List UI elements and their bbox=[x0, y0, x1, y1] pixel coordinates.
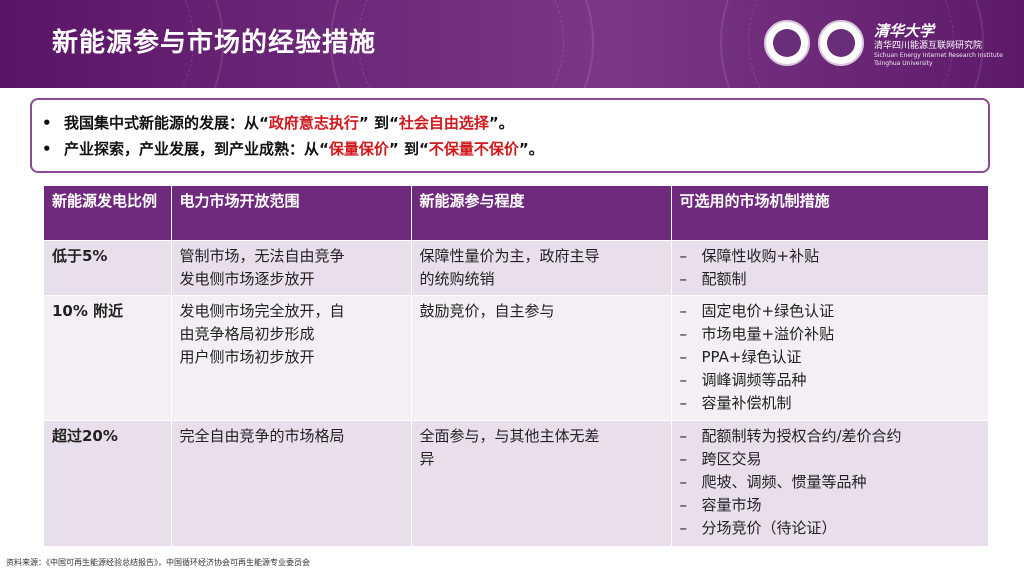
measure-item: – 配额制转为授权合约/差价合约 bbox=[679, 427, 902, 445]
level-cell: 10% 附近 bbox=[44, 295, 172, 421]
measure-item: – 固定电价+绿色认证 bbox=[679, 302, 835, 320]
measure-item: – 配额制 bbox=[679, 270, 747, 288]
column-header: 电力市场开放范围 bbox=[171, 186, 412, 241]
institute-name-cn: 清华四川能源互联网研究院 bbox=[874, 41, 983, 51]
measures-cell: – 保障性收购+补贴 – 配额制 bbox=[671, 240, 989, 296]
measure-item: – 容量市场 bbox=[679, 496, 762, 514]
highlight-text: 保量保价 bbox=[328, 140, 389, 158]
university-logo bbox=[764, 20, 810, 66]
column-header: 可选用的市场机制措施 bbox=[671, 186, 989, 241]
bullet-dot: • bbox=[42, 114, 52, 132]
measure-item: – PPA+绿色认证 bbox=[679, 348, 802, 366]
measure-item: – 容量补偿机制 bbox=[679, 394, 792, 412]
measure-item: – 调峰调频等品种 bbox=[679, 371, 807, 389]
bullet-item: • 我国集中式新能源的发展：从“政府意志执行” 到“社会自由选择”。 bbox=[42, 110, 988, 136]
measure-item: – 爬坡、调频、惯量等品种 bbox=[679, 473, 867, 491]
market-cell: 发电侧市场完全放开，自 由竞争格局初步形成 用户侧市场初步放开 bbox=[171, 295, 412, 421]
level-cell: 低于5% bbox=[44, 240, 172, 296]
measures-cell: – 配额制转为授权合约/差价合约 – 跨区交易 – 爬坡、调频、惯量等品种 – 容量市场… bbox=[671, 420, 989, 546]
bullet-dot: • bbox=[42, 140, 52, 158]
table-header-row: 新能源发电比例 电力市场开放范围 新能源参与程度 可选用的市场机制措施 bbox=[44, 186, 989, 241]
highlight-text: 不保量不保价 bbox=[428, 140, 519, 158]
institute-logo bbox=[818, 20, 864, 66]
university-name-en: Tsinghua University bbox=[874, 60, 933, 67]
summary-box: • 我国集中式新能源的发展：从“政府意志执行” 到“社会自由选择”。 • 产业探索，… bbox=[30, 98, 990, 173]
highlight-text: 政府意志执行 bbox=[268, 114, 359, 132]
market-cell: 完全自由竞争的市场格局 bbox=[171, 420, 412, 546]
column-header: 新能源发电比例 bbox=[44, 186, 172, 241]
table-row: 低于5% 管制市场，无法自由竞争 发电侧市场逐步放开 保障性量价为主，政府主导 … bbox=[44, 240, 989, 296]
institute-name: 清华大学 清华四川能源互联网研究院 Sichuan Energy Interne… bbox=[874, 22, 1003, 68]
bullet-item: • 产业探索，产业发展，到产业成熟：从“保量保价” 到“不保量不保价”。 bbox=[42, 136, 988, 162]
institute-name-en: Sichuan Energy Internet Research Institu… bbox=[874, 52, 1003, 59]
measure-item: – 保障性收购+补贴 bbox=[679, 247, 820, 265]
measures-cell: – 固定电价+绿色认证 – 市场电量+溢价补贴 – PPA+绿色认证 – 调峰调频等品种… bbox=[671, 295, 989, 421]
measure-item: – 分场竞价（待论证） bbox=[679, 519, 837, 537]
participation-cell: 鼓励竞价，自主参与 bbox=[411, 295, 672, 421]
table-row: 超过20% 完全自由竞争的市场格局 全面参与，与其他主体无差 异 – 配额制转为授… bbox=[44, 420, 989, 546]
market-measures-table: 新能源发电比例 电力市场开放范围 新能源参与程度 可选用的市场机制措施 低于5%… bbox=[44, 186, 989, 546]
column-header: 新能源参与程度 bbox=[411, 186, 672, 241]
slide-title: 新能源参与市场的经验措施 bbox=[52, 28, 377, 58]
participation-cell: 全面参与，与其他主体无差 异 bbox=[411, 420, 672, 546]
measure-item: – 跨区交易 bbox=[679, 450, 762, 468]
level-cell: 超过20% bbox=[44, 420, 172, 546]
highlight-text: 社会自由选择 bbox=[398, 114, 489, 132]
table-row: 10% 附近 发电侧市场完全放开，自 由竞争格局初步形成 用户侧市场初步放开 鼓… bbox=[44, 295, 989, 421]
measure-item: – 市场电量+溢价补贴 bbox=[679, 325, 835, 343]
university-name: 清华大学 bbox=[874, 22, 935, 40]
source-note: 资料来源：《中国可再生能源经验总结报告》，中国循环经济协会可再生能源专业委员会 bbox=[6, 558, 310, 567]
participation-cell: 保障性量价为主，政府主导 的统购统销 bbox=[411, 240, 672, 296]
market-cell: 管制市场，无法自由竞争 发电侧市场逐步放开 bbox=[171, 240, 412, 296]
title-banner: 新能源参与市场的经验措施 清华大学 清华四川能源互联网研究院 Sichuan E… bbox=[0, 0, 1024, 88]
